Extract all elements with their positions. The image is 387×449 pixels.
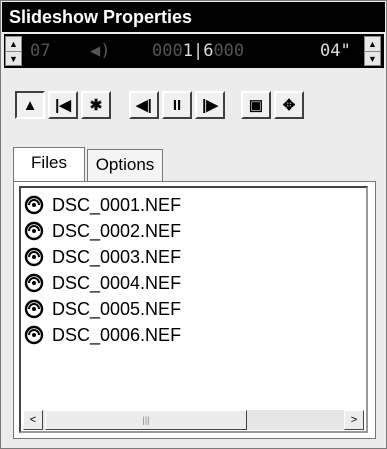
slide-icon: ▣ — [248, 97, 264, 114]
tab-files[interactable]: Files — [13, 147, 85, 181]
lcd-counter-dim-right: 000 — [213, 41, 245, 61]
lcd-counter-dim-left: 000 — [152, 41, 183, 61]
lcd-left-value: 07 — [30, 41, 51, 61]
speaker-icon: ◀) — [90, 41, 111, 61]
file-icon — [24, 247, 44, 267]
playback-toolbar: ▲ |◀ ✱ ◀| II |▶ ▣ ✥ — [1, 69, 387, 133]
window-title: Slideshow Properties — [2, 2, 385, 32]
next-icon: |▶ — [202, 97, 218, 114]
previous-icon: ◀| — [136, 97, 152, 114]
first-button[interactable]: |◀ — [48, 91, 78, 119]
file-icon — [24, 325, 44, 345]
list-item[interactable]: DSC_0001.NEF — [24, 192, 181, 218]
next-button[interactable]: |▶ — [195, 91, 225, 119]
slideshow-properties-window: Slideshow Properties ▲ ▼ 07 ◀) 0001|6000… — [0, 0, 387, 449]
scroll-left-button[interactable]: < — [23, 410, 43, 430]
list-item[interactable]: DSC_0003.NEF — [24, 244, 181, 270]
horizontal-scrollbar[interactable]: < ||| > — [23, 410, 364, 430]
file-name: DSC_0001.NEF — [52, 194, 182, 215]
list-item[interactable]: DSC_0006.NEF — [24, 322, 181, 348]
scroll-right-button[interactable]: > — [344, 410, 364, 430]
pause-icon: II — [172, 96, 182, 114]
pause-button[interactable]: II — [162, 91, 192, 119]
spin-down-icon[interactable]: ▼ — [365, 52, 380, 66]
file-name: DSC_0005.NEF — [52, 298, 182, 319]
lcd-display: ▲ ▼ 07 ◀) 0001|6000 04" ▲ ▼ — [4, 34, 384, 68]
tab-options[interactable]: Options — [87, 149, 163, 181]
spin-up-icon[interactable]: ▲ — [365, 37, 380, 52]
lcd-counter-bright: 1|6 — [182, 41, 214, 61]
list-item[interactable]: DSC_0005.NEF — [24, 296, 181, 322]
list-item[interactable]: DSC_0004.NEF — [24, 270, 181, 296]
previous-button[interactable]: ◀| — [129, 91, 159, 119]
first-icon: |◀ — [55, 97, 71, 114]
file-icon — [24, 299, 44, 319]
stop-icon: ▲ — [22, 96, 38, 114]
right-spinner[interactable]: ▲ ▼ — [364, 36, 381, 66]
lcd-counter: 0001|6000 — [152, 34, 244, 68]
file-icon — [24, 195, 44, 215]
list-item[interactable]: DSC_0002.NEF — [24, 218, 181, 244]
slide-button[interactable]: ▣ — [241, 91, 271, 119]
file-listbox[interactable]: DSC_0001.NEF DSC_0002.NEF DSC_0003.NEF D… — [19, 186, 368, 433]
left-spinner[interactable]: ▲ ▼ — [5, 36, 22, 66]
file-name: DSC_0004.NEF — [52, 272, 182, 293]
file-name: DSC_0003.NEF — [52, 246, 182, 267]
lcd-right-value: 04" — [320, 41, 351, 61]
file-name: DSC_0006.NEF — [52, 324, 182, 345]
gear-icon: ✱ — [89, 97, 103, 114]
file-name: DSC_0002.NEF — [52, 220, 182, 241]
spin-up-icon[interactable]: ▲ — [6, 37, 21, 52]
fullscreen-button[interactable]: ✥ — [274, 91, 304, 119]
fullscreen-icon: ✥ — [282, 97, 296, 114]
file-icon — [24, 273, 44, 293]
stop-button[interactable]: ▲ — [15, 91, 45, 119]
scroll-thumb[interactable]: ||| — [45, 410, 247, 430]
spin-down-icon[interactable]: ▼ — [6, 52, 21, 66]
settings-button[interactable]: ✱ — [81, 91, 111, 119]
file-icon — [24, 221, 44, 241]
